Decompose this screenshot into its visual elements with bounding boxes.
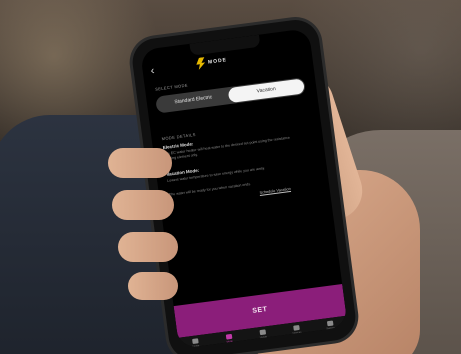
home-circle-icon[interactable]: ○ [263, 342, 267, 348]
tab-home[interactable]: Home [188, 337, 203, 349]
tab-settings[interactable]: Settings [323, 319, 338, 331]
select-mode-label: SELECT MODE [154, 82, 189, 92]
devices-icon [293, 324, 300, 331]
mode-option-vacation[interactable]: Vacation [227, 78, 305, 104]
tab-usage[interactable]: Usage [255, 328, 270, 340]
mode-option-standard-electric[interactable]: Standard Electric [155, 87, 232, 114]
photo-background: ‹ MODE SELECT MODE Standard Electric Vac… [0, 0, 461, 354]
tab-label: Usage [259, 334, 268, 339]
brand-title: MODE [207, 57, 228, 66]
tab-label: Mode [226, 339, 233, 344]
home-icon [192, 337, 199, 344]
tab-label: Settings [326, 325, 336, 330]
finger [118, 232, 178, 262]
phone-notch [189, 34, 261, 56]
tab-devices[interactable]: Devices [289, 323, 304, 335]
finger [108, 148, 172, 178]
tab-label: Devices [292, 330, 302, 335]
back-icon[interactable]: ‹ [150, 65, 155, 77]
mode-details-label: MODE DETAILS [161, 131, 197, 142]
finger [128, 272, 178, 300]
lightning-icon [195, 57, 205, 70]
tab-mode[interactable]: Mode [222, 332, 237, 344]
phone-screen: ‹ MODE SELECT MODE Standard Electric Vac… [139, 28, 348, 349]
settings-icon [326, 320, 334, 326]
system-back-icon[interactable]: ‹ [320, 335, 323, 341]
tab-label: Home [192, 343, 200, 348]
finger [112, 190, 174, 220]
schedule-vacation-link[interactable]: Schedule Vacation [259, 187, 291, 195]
brand-logo: MODE [195, 54, 227, 70]
mode-icon [225, 333, 233, 340]
usage-icon [259, 328, 267, 335]
